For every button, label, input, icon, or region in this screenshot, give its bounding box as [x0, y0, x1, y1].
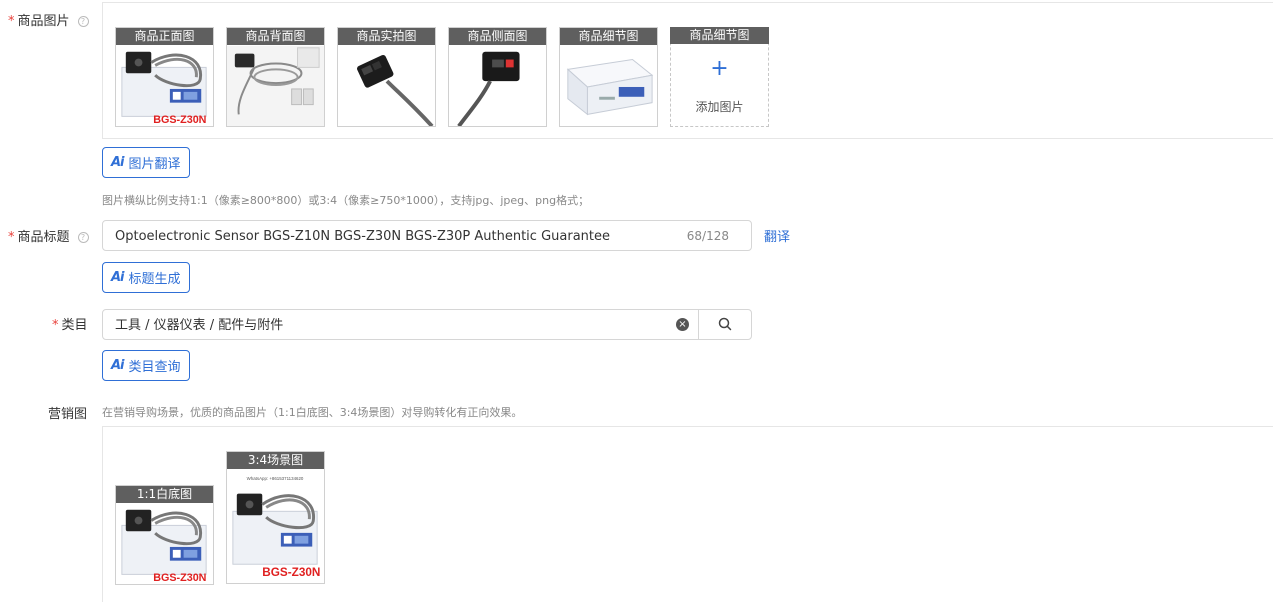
product-image-side[interactable]: 商品侧面图: [448, 27, 547, 127]
model-text: BGS-Z30N: [153, 572, 206, 584]
product-images-panel: 商品正面图 BGS-Z30N 商品背面图 商品实拍图 商品侧面图 商品细节图 商…: [102, 2, 1273, 139]
title-generate-button[interactable]: Ai 标题生成: [102, 262, 190, 293]
sensor-scene-image: WhatsApp: +8615371134620 BGS-Z30N: [232, 476, 320, 579]
category-input[interactable]: 工具 / 仪器仪表 / 配件与附件 ×: [102, 309, 699, 340]
required-mark: *: [8, 14, 15, 29]
product-image-front[interactable]: 商品正面图 BGS-Z30N: [115, 27, 214, 127]
thumbnail-caption: 商品侧面图: [449, 28, 546, 45]
plus-icon: +: [710, 56, 729, 81]
product-image-back[interactable]: 商品背面图: [226, 27, 325, 127]
sensor-back-image: [227, 45, 324, 126]
marketing-images-label: 营销图: [48, 407, 88, 422]
thumbnail-caption: 商品正面图: [116, 28, 213, 45]
thumbnail-caption: 商品背面图: [227, 28, 324, 45]
required-mark: *: [52, 318, 59, 333]
sensor-box-image: BGS-Z30N: [121, 509, 207, 584]
search-icon: [718, 317, 732, 331]
title-char-counter: 68/128: [686, 229, 729, 243]
ai-icon: Ai: [111, 270, 124, 285]
translate-link[interactable]: 翻译: [764, 226, 790, 245]
image-translate-button[interactable]: Ai 图片翻译: [102, 147, 190, 178]
category-search-button[interactable]: [698, 309, 752, 340]
thumbnail-caption: 商品细节图: [670, 27, 769, 44]
model-text: BGS-Z30N: [153, 114, 206, 126]
help-icon[interactable]: ?: [77, 232, 89, 243]
clear-icon[interactable]: ×: [676, 318, 689, 331]
thumbnail-caption: 1:1白底图: [116, 486, 213, 503]
category-value: 工具 / 仪器仪表 / 配件与附件: [115, 318, 284, 333]
ai-icon: Ai: [111, 358, 124, 373]
product-image-detail[interactable]: 商品细节图: [559, 27, 658, 127]
marketing-images-panel: 1:1白底图 BGS-Z30N 3:4场景图 WhatsApp: +861537…: [102, 426, 1273, 602]
contact-text: WhatsApp: +8615371134620: [247, 476, 304, 481]
sensor-real-image: [357, 54, 434, 126]
sensor-side-image: [457, 51, 520, 126]
sensor-box-image: BGS-Z30N: [121, 51, 207, 126]
required-mark: *: [8, 230, 15, 245]
ai-icon: Ai: [111, 155, 124, 170]
thumbnail-caption: 商品细节图: [560, 28, 657, 45]
product-title-label: * 商品标题?: [8, 226, 89, 245]
category-label: * 类目: [52, 318, 88, 333]
white-background-image[interactable]: 1:1白底图 BGS-Z30N: [115, 485, 214, 585]
thumbnail-caption: 3:4场景图: [227, 452, 324, 469]
marketing-images-hint: 在营销导购场景，优质的商品图片（1:1白底图、3:4场景图）对导购转化有正向效果…: [102, 406, 523, 419]
scene-image[interactable]: 3:4场景图 WhatsApp: +8615371134620 BGS-Z30N: [226, 451, 325, 584]
image-format-hint: 图片横纵比例支持1:1（像素≥800*800）或3:4（像素≥750*1000）…: [102, 194, 590, 207]
add-image-label: 添加图片: [695, 100, 744, 114]
product-images-label: * 商品图片?: [8, 10, 89, 29]
category-query-button[interactable]: Ai 类目查询: [102, 350, 190, 381]
product-image-real[interactable]: 商品实拍图: [337, 27, 436, 127]
thumbnail-caption: 商品实拍图: [338, 28, 435, 45]
model-text: BGS-Z30N: [262, 566, 320, 579]
product-title-value: Optoelectronic Sensor BGS-Z10N BGS-Z30N …: [115, 229, 610, 244]
help-icon[interactable]: ?: [77, 16, 89, 27]
product-title-input[interactable]: Optoelectronic Sensor BGS-Z10N BGS-Z30N …: [102, 220, 752, 251]
add-image-button[interactable]: 商品细节图 + 添加图片: [670, 27, 769, 127]
sensor-box-detail-image: [566, 59, 654, 116]
